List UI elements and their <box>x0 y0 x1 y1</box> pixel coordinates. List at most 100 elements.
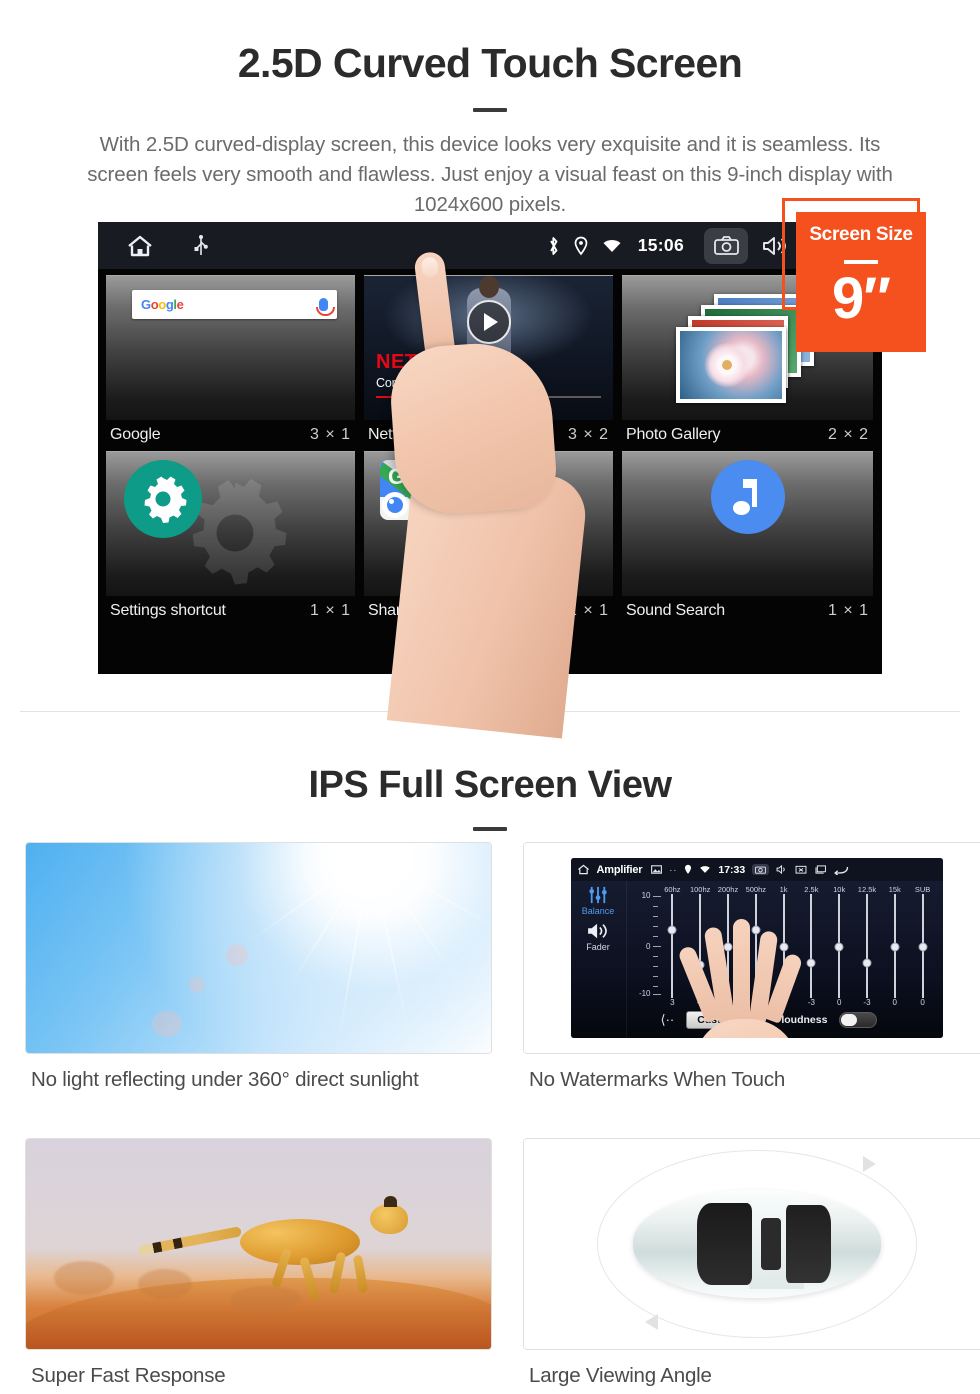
section2-underline-rule <box>473 827 507 831</box>
wifi-icon <box>602 238 622 254</box>
widget-tile-google[interactable]: Google Google 3 × 1 <box>106 275 355 451</box>
eq-scale-max: 10 <box>641 891 651 900</box>
chevron-left-icon[interactable]: ⟨·· <box>661 1012 675 1028</box>
android-status-bar: 15:06 <box>98 222 882 269</box>
eq-value: 0 <box>836 998 842 1007</box>
eq-band-label: 1k <box>779 885 788 894</box>
section1-title: 2.5D Curved Touch Screen <box>237 40 743 86</box>
cheetah-head <box>370 1204 409 1235</box>
google-search-bar[interactable]: Google <box>132 290 337 319</box>
eq-scale-min: -10 <box>638 989 651 998</box>
location-pin-icon <box>574 236 588 256</box>
widget-tile-settings-shortcut[interactable]: Settings shortcut 1 × 1 <box>106 451 355 627</box>
eq-band-label: SUB <box>914 885 931 894</box>
feature-card-viewing-angle: Large Viewing Angle <box>523 1138 980 1388</box>
amplifier-body: Balance Fader 60hz 100hz 200hz 500hz 1k … <box>570 881 943 1038</box>
home-icon[interactable] <box>126 234 154 258</box>
eq-band-label: 12.5k <box>857 885 877 894</box>
eq-slider[interactable] <box>881 894 909 998</box>
eq-slider[interactable] <box>853 894 881 998</box>
eq-band-labels: 60hz 100hz 200hz 500hz 1k 2.5k 10k 12.5k <box>631 885 937 894</box>
section1-description: With 2.5D curved-display screen, this de… <box>87 133 893 216</box>
widget-tile-netflix[interactable]: NETFLIX Continue Marvel's Daredevil Netf… <box>364 275 613 451</box>
microphone-icon[interactable] <box>316 298 335 316</box>
more-icon[interactable]: ·· <box>669 865 677 875</box>
home-icon[interactable] <box>577 864 590 875</box>
widget-label: Sound Search <box>626 602 726 619</box>
sunny-sky-photo <box>25 842 492 1054</box>
running-cheetah-photo <box>25 1138 492 1350</box>
amplifier-equalizer-screen: Amplifier ·· 17:33 Balance Fader 60hz 10… <box>523 842 980 1054</box>
camera-icon[interactable] <box>752 864 770 875</box>
speaker-icon[interactable] <box>586 922 610 940</box>
amplifier-ui: Amplifier ·· 17:33 Balance Fader 60hz 10… <box>570 858 943 1038</box>
eq-band-label: 60hz <box>664 885 681 894</box>
netflix-progress-bar <box>376 396 601 398</box>
play-icon[interactable] <box>466 300 511 344</box>
mute-x-icon[interactable] <box>795 865 807 874</box>
eq-slider[interactable] <box>909 894 937 998</box>
balance-label[interactable]: Balance <box>582 906 615 916</box>
amplifier-clock: 17:33 <box>718 863 746 876</box>
netflix-continue-text: Continue Marvel's Daredevil <box>376 376 527 390</box>
title-underline-rule <box>473 108 507 112</box>
feature-card-grid: No light reflecting under 360° direct su… <box>25 842 980 1388</box>
bluetooth-icon <box>547 236 560 256</box>
netflix-preview: NETFLIX Continue Marvel's Daredevil <box>364 276 613 420</box>
widget-tile-sound-search[interactable]: Sound Search 1 × 1 <box>622 451 873 627</box>
widget-label: Settings shortcut <box>110 602 226 619</box>
widget-size: 3 × 2 <box>567 426 609 443</box>
back-arrow-icon[interactable] <box>834 865 849 875</box>
car-top-view-diagram <box>523 1138 980 1350</box>
card-caption: Super Fast Response <box>31 1364 226 1387</box>
widget-label: Photo Gallery <box>626 426 721 443</box>
eq-band-label: 200hz <box>717 885 739 894</box>
eq-band-label: 10k <box>833 885 846 894</box>
volume-icon[interactable] <box>776 865 788 874</box>
widget-size: 1 × 1 <box>309 602 351 619</box>
feature-card-sunlight: No light reflecting under 360° direct su… <box>25 842 492 1092</box>
recent-apps-icon[interactable] <box>814 865 827 874</box>
widget-label: Google <box>110 426 161 443</box>
eq-scale: 10 0 -10 <box>633 891 661 998</box>
card-caption: No Watermarks When Touch <box>529 1068 786 1091</box>
eq-slider[interactable] <box>659 894 687 998</box>
sliders-icon[interactable] <box>587 886 609 904</box>
eq-band-label: 15k <box>888 885 901 894</box>
usb-icon <box>194 234 208 257</box>
section-ips-full-screen-view: IPS Full Screen View No light reflecting… <box>0 712 980 1394</box>
feature-card-fast-response: Super Fast Response <box>25 1138 492 1388</box>
orbit-arrow-top <box>863 1155 877 1172</box>
screen-size-badge: Screen Size 9″ <box>796 212 926 352</box>
section-curved-touch-screen: 2.5D Curved Touch Screen With 2.5D curve… <box>0 0 980 739</box>
eq-band-label: 100hz <box>689 885 711 894</box>
amplifier-status-bar: Amplifier ·· 17:33 <box>570 858 943 881</box>
amplifier-side-nav: Balance Fader <box>571 881 627 1038</box>
card-caption: Large Viewing Angle <box>529 1364 712 1387</box>
fader-label[interactable]: Fader <box>586 942 610 952</box>
touching-hand <box>676 919 809 1038</box>
feature-card-no-watermarks: Amplifier ·· 17:33 Balance Fader 60hz 10… <box>523 842 980 1092</box>
forearm <box>386 461 590 739</box>
card-row-2: Super Fast Response Large Viewing Angle <box>25 1138 980 1388</box>
cheetah-ear <box>384 1195 398 1207</box>
product-feature-page: 2.5D Curved Touch Screen With 2.5D curve… <box>0 0 980 1394</box>
eq-band-label: 500hz <box>745 885 766 894</box>
camera-icon[interactable] <box>704 227 748 264</box>
badge-value: 9″ <box>831 266 891 331</box>
loudness-toggle[interactable] <box>839 1012 878 1028</box>
badge-label: Screen Size <box>809 224 913 245</box>
eq-value: 3 <box>670 998 675 1007</box>
eq-band-label: 2.5k <box>804 885 819 894</box>
gallery-icon[interactable] <box>651 865 663 874</box>
card-caption: No light reflecting under 360° direct su… <box>31 1068 419 1091</box>
wifi-icon <box>699 865 711 874</box>
widget-row-1: Google Google 3 × 1 NETFLIX Continue Mar… <box>106 275 874 451</box>
orbit-arrow-bottom <box>644 1314 658 1331</box>
eq-value: 0 <box>892 998 897 1007</box>
widget-size: 3 × 1 <box>309 426 351 443</box>
car-top-view <box>632 1190 881 1298</box>
eq-slider[interactable] <box>825 894 853 998</box>
gear-icon <box>124 460 202 538</box>
music-note-icon <box>710 460 785 534</box>
